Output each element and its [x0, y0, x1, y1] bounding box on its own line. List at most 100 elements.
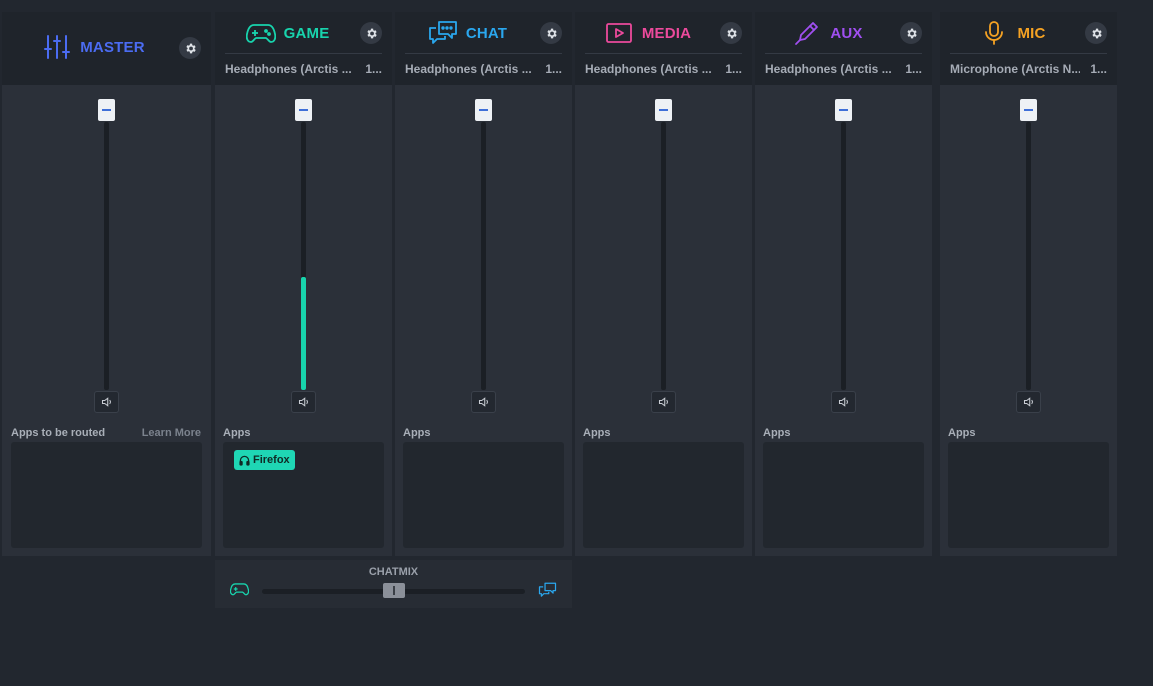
volume-slider-track[interactable] [104, 122, 109, 390]
volume-slider-track[interactable] [841, 122, 846, 390]
channel-body: Apps [755, 85, 932, 556]
output-device-name: Headphones (Arctis ... [765, 62, 892, 76]
chatmix-slider-track[interactable] [262, 583, 525, 598]
channel-label: MASTER [80, 38, 145, 56]
volume-slider-handle[interactable] [655, 99, 672, 121]
chat-icon [428, 20, 458, 46]
channel-title: MASTER [16, 34, 171, 60]
speaker-icon [1023, 397, 1033, 407]
channel-header: MASTER [2, 12, 211, 85]
app-chip-firefox[interactable]: Firefox [234, 450, 295, 470]
media-settings-button[interactable] [720, 22, 742, 44]
output-device-name: Headphones (Arctis ... [405, 62, 532, 76]
channel-title: MIC [940, 20, 1085, 46]
channel-game: GAME Headphones (Arctis ... 1... Apps Fi… [215, 12, 392, 556]
apps-dropzone[interactable] [11, 442, 202, 548]
sonar-mixer: MASTER Apps to be routed Learn More GAME… [0, 0, 1153, 686]
channel-body: Apps to be routed Learn More [2, 85, 211, 556]
chatmix-slider-handle[interactable] [382, 583, 405, 598]
volume-slider-handle[interactable] [1020, 99, 1037, 121]
learn-more-link[interactable]: Learn More [142, 427, 201, 439]
speaker-icon [838, 397, 848, 407]
channel-aux: AUX Headphones (Arctis ... 1... Apps [755, 12, 932, 556]
output-device-select[interactable]: Headphones (Arctis ... 1... [405, 62, 562, 78]
mute-button[interactable] [831, 391, 856, 413]
apps-label: Apps to be routed [11, 427, 106, 439]
divider [950, 53, 1107, 54]
channel-body: Apps [575, 85, 752, 556]
channel-label: MIC [1017, 24, 1046, 42]
apps-dropzone[interactable] [583, 442, 744, 548]
chat-icon [538, 582, 557, 603]
channel-label: MEDIA [641, 24, 692, 42]
mic-settings-button[interactable] [1085, 22, 1107, 44]
output-device-select[interactable]: Headphones (Arctis ... 1... [225, 62, 382, 78]
pen-icon [792, 20, 822, 46]
channel-header: MIC Microphone (Arctis N... 1... [940, 12, 1117, 85]
apps-label: Apps [223, 427, 251, 439]
apps-dropzone[interactable]: Firefox [223, 442, 384, 548]
aux-settings-button[interactable] [900, 22, 922, 44]
output-device-extra: 1... [365, 62, 382, 76]
apps-dropzone[interactable] [948, 442, 1109, 548]
mute-button[interactable] [651, 391, 676, 413]
app-chip-label: Firefox [253, 454, 290, 466]
volume-slider-track[interactable] [301, 122, 306, 390]
channel-body: Apps Firefox [215, 85, 392, 556]
gear-icon [185, 43, 196, 53]
gamepad-icon [229, 582, 250, 601]
channel-body: Apps [395, 85, 572, 556]
channel-media: MEDIA Headphones (Arctis ... 1... Apps [575, 12, 752, 556]
apps-label: Apps [403, 427, 431, 439]
gear-icon [366, 28, 377, 38]
divider [765, 53, 922, 54]
master-settings-button[interactable] [179, 37, 201, 59]
channel-label: AUX [830, 24, 863, 42]
mute-button[interactable] [291, 391, 316, 413]
output-device-extra: 1... [545, 62, 562, 76]
divider [585, 53, 742, 54]
speaker-icon [658, 397, 668, 407]
apps-dropzone[interactable] [403, 442, 564, 548]
game-settings-button[interactable] [360, 22, 382, 44]
mute-button[interactable] [94, 391, 119, 413]
apps-label: Apps [948, 427, 976, 439]
chat-settings-button[interactable] [540, 22, 562, 44]
apps-label: Apps [763, 427, 791, 439]
mute-button[interactable] [1016, 391, 1041, 413]
channel-label: GAME [283, 24, 330, 42]
channel-title: AUX [755, 20, 900, 46]
headphones-icon [239, 455, 250, 466]
divider [225, 53, 382, 54]
gear-icon [1091, 28, 1102, 38]
volume-slider-handle[interactable] [98, 99, 115, 121]
output-device-name: Headphones (Arctis ... [585, 62, 712, 76]
play-icon [604, 20, 634, 46]
channel-header: AUX Headphones (Arctis ... 1... [755, 12, 932, 85]
input-device-select[interactable]: Microphone (Arctis N... 1... [950, 62, 1107, 78]
output-device-select[interactable]: Headphones (Arctis ... 1... [765, 62, 922, 78]
microphone-icon [979, 20, 1009, 46]
chatmix-panel: CHATMIX [215, 560, 572, 608]
divider [405, 53, 562, 54]
channel-mic: MIC Microphone (Arctis N... 1... Apps [940, 12, 1117, 556]
volume-slider-handle[interactable] [295, 99, 312, 121]
volume-slider-handle[interactable] [475, 99, 492, 121]
volume-slider-track[interactable] [1026, 122, 1031, 390]
apps-label: Apps [583, 427, 611, 439]
mute-button[interactable] [471, 391, 496, 413]
gear-icon [906, 28, 917, 38]
output-device-select[interactable]: Headphones (Arctis ... 1... [585, 62, 742, 78]
input-device-name: Microphone (Arctis N... [950, 62, 1081, 76]
speaker-icon [298, 397, 308, 407]
apps-dropzone[interactable] [763, 442, 924, 548]
volume-slider-track[interactable] [481, 122, 486, 390]
speaker-icon [478, 397, 488, 407]
gear-icon [726, 28, 737, 38]
volume-slider-handle[interactable] [835, 99, 852, 121]
channel-master: MASTER Apps to be routed Learn More [2, 12, 211, 556]
chatmix-label: CHATMIX [368, 566, 419, 578]
speaker-icon [101, 397, 111, 407]
channel-title: CHAT [395, 20, 540, 46]
volume-slider-track[interactable] [661, 122, 666, 390]
